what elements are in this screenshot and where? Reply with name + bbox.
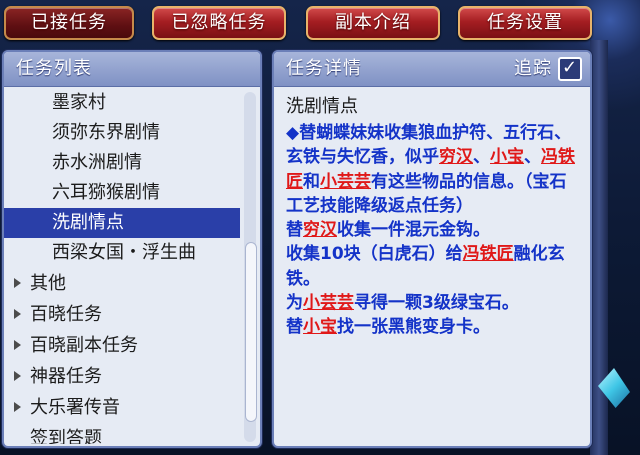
list-item[interactable]: 赤水洲剧情: [4, 148, 240, 178]
desc-text: 替: [286, 317, 303, 338]
tab-accepted-quests[interactable]: 已接任务: [4, 6, 134, 40]
objective-line: 替小宝找一张黑熊变身卡。: [286, 315, 580, 339]
npc-link-qionghan[interactable]: 穷汉: [439, 147, 473, 167]
list-item[interactable]: 六耳猕猴剧情: [4, 178, 240, 208]
caret-right-icon: [14, 340, 21, 350]
quest-tab-bar: 已接任务 已忽略任务 副本介绍 任务设置: [0, 0, 600, 42]
desc-text: 替: [286, 220, 303, 241]
desc-text: 收集10块（白虎石）给: [286, 244, 463, 265]
category-label: 百晓副本任务: [30, 335, 138, 356]
npc-link-xiaoyunyun[interactable]: 小芸芸: [320, 172, 371, 192]
tab-quest-settings[interactable]: 任务设置: [458, 6, 592, 40]
desc-text: 、: [524, 147, 541, 168]
quest-list-header: 任务列表: [4, 52, 260, 87]
track-label: 追踪: [514, 58, 552, 79]
desc-text: 收集一件混元金钩。: [337, 220, 490, 241]
npc-link-xiaobao[interactable]: 小宝: [303, 317, 337, 337]
quest-list-panel: 任务列表 墨家村 须弥东界剧情 赤水洲剧情 六耳猕猴剧情 洗剧情点 西梁女国・浮…: [2, 50, 262, 448]
quest-detail-panel: 任务详情 追踪 ✓ 洗剧情点 ◆替蝴蝶妹妹收集狼血护符、五行石、玄铁与失忆香，似…: [272, 50, 592, 448]
category-baixiao[interactable]: 百晓任务: [4, 299, 240, 330]
track-checkbox[interactable]: ✓: [558, 57, 582, 81]
npc-link-qionghan[interactable]: 穷汉: [303, 220, 337, 240]
list-item[interactable]: 须弥东界剧情: [4, 118, 240, 148]
category-baixiao-dungeon[interactable]: 百晓副本任务: [4, 330, 240, 361]
objective-line: 替穷汉收集一件混元金钩。: [286, 218, 580, 242]
desc-text: 寻得一颗3级绿宝石。: [354, 293, 519, 314]
tab-ignored-quests[interactable]: 已忽略任务: [152, 6, 286, 40]
tab-dungeon-intro[interactable]: 副本介绍: [306, 6, 440, 40]
objective-line: 收集10块（白虎石）给冯铁匠融化玄铁。: [286, 242, 580, 291]
list-item[interactable]: 西梁女国・浮生曲: [4, 238, 240, 268]
category-label: 大乐署传音: [30, 397, 120, 418]
quest-list[interactable]: 墨家村 须弥东界剧情 赤水洲剧情 六耳猕猴剧情 洗剧情点 西梁女国・浮生曲 其他…: [4, 88, 240, 444]
list-item-selected[interactable]: 洗剧情点: [4, 208, 240, 238]
desc-text: 为: [286, 293, 303, 314]
desc-text: 和: [303, 171, 320, 192]
caret-right-icon: [14, 278, 21, 288]
desc-text: 、: [473, 147, 490, 168]
quest-name: 洗剧情点: [286, 96, 358, 117]
caret-right-icon: [14, 371, 21, 381]
category-label: 签到答题: [30, 428, 102, 444]
quest-description: ◆替蝴蝶妹妹收集狼血护符、五行石、玄铁与失忆香，似乎穷汉、小宝、冯铁匠和小芸芸有…: [286, 121, 580, 340]
quest-list-scrollbar[interactable]: [244, 92, 257, 442]
track-toggle[interactable]: 追踪 ✓: [514, 52, 582, 86]
quest-detail-header: 任务详情 追踪 ✓: [274, 52, 590, 87]
category-label: 百晓任务: [30, 304, 102, 325]
caret-right-icon: [14, 402, 21, 412]
category-checkin-quiz[interactable]: 签到答题: [4, 423, 240, 444]
category-music-bureau[interactable]: 大乐署传音: [4, 392, 240, 423]
npc-link-fengtiejiang[interactable]: 冯铁匠: [463, 244, 514, 264]
category-label: 神器任务: [30, 366, 102, 387]
caret-right-icon: [14, 309, 21, 319]
category-artifact[interactable]: 神器任务: [4, 361, 240, 392]
npc-link-xiaoyunyun[interactable]: 小芸芸: [303, 293, 354, 313]
list-item[interactable]: 墨家村: [4, 88, 240, 118]
quest-detail-title: 任务详情: [286, 58, 362, 79]
npc-link-xiaobao[interactable]: 小宝: [490, 147, 524, 167]
quest-detail-body: 洗剧情点 ◆替蝴蝶妹妹收集狼血护符、五行石、玄铁与失忆香，似乎穷汉、小宝、冯铁匠…: [274, 87, 590, 340]
desc-text: 找一张黑熊变身卡。: [337, 317, 490, 338]
objective-line: 为小芸芸寻得一颗3级绿宝石。: [286, 291, 580, 315]
category-other[interactable]: 其他: [4, 268, 240, 299]
category-label: 其他: [30, 273, 66, 294]
scrollbar-thumb[interactable]: [245, 242, 257, 422]
